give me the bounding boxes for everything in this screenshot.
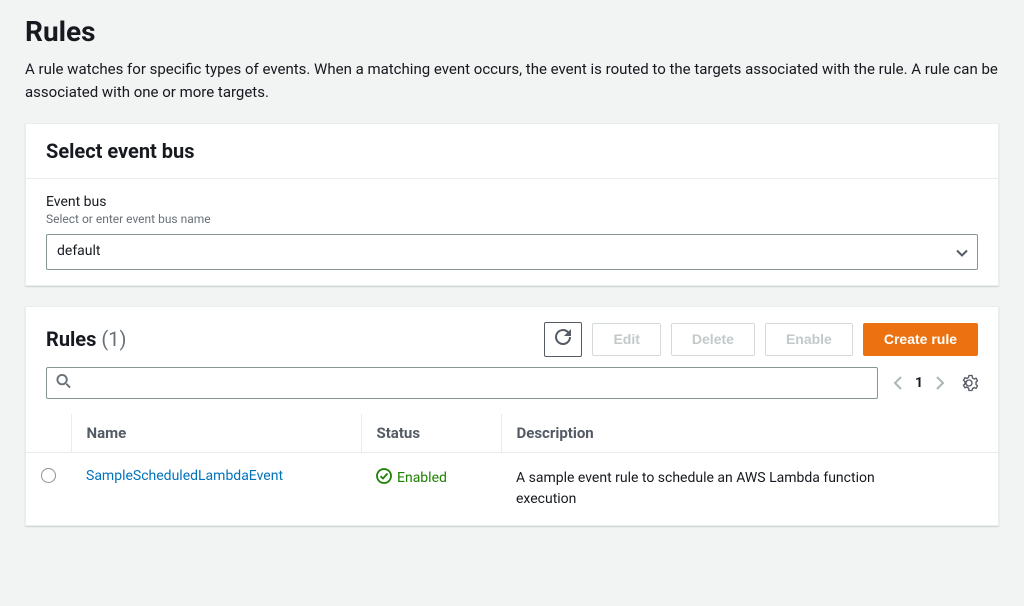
chevron-right-icon <box>935 375 945 391</box>
search-icon <box>56 374 71 393</box>
search-input[interactable] <box>46 367 878 399</box>
rules-panel: Rules (1) Edit Delete Enable Create rule <box>25 306 999 527</box>
row-select-radio[interactable] <box>41 468 56 483</box>
name-column-header[interactable]: Name <box>71 414 361 453</box>
event-bus-label: Event bus <box>46 194 978 210</box>
rules-title-text: Rules <box>46 327 96 351</box>
page-number: 1 <box>915 375 923 391</box>
enable-button[interactable]: Enable <box>765 323 853 357</box>
chevron-left-icon <box>893 375 903 391</box>
rules-count: (1) <box>101 327 126 351</box>
status-column-header[interactable]: Status <box>361 414 501 453</box>
settings-button[interactable] <box>960 374 978 392</box>
check-circle-icon <box>376 468 392 488</box>
delete-button[interactable]: Delete <box>671 323 755 357</box>
event-bus-panel: Select event bus Event bus Select or ent… <box>25 123 999 286</box>
table-row: SampleScheduledLambdaEvent Enabled A sam… <box>26 453 998 526</box>
page-description: A rule watches for specific types of eve… <box>25 58 999 103</box>
next-page-button[interactable] <box>935 375 945 391</box>
page-title: Rules <box>25 15 999 48</box>
rules-table: Name Status Description SampleScheduledL… <box>26 414 998 525</box>
select-column-header <box>26 414 71 453</box>
status-text: Enabled <box>397 470 447 486</box>
description-column-header[interactable]: Description <box>501 414 998 453</box>
gear-icon <box>960 374 978 392</box>
previous-page-button[interactable] <box>893 375 903 391</box>
refresh-icon <box>555 329 571 351</box>
refresh-button[interactable] <box>544 322 582 358</box>
edit-button[interactable]: Edit <box>592 323 660 357</box>
event-bus-hint: Select or enter event bus name <box>46 212 978 226</box>
status-badge: Enabled <box>376 468 486 488</box>
create-rule-button[interactable]: Create rule <box>863 323 978 357</box>
event-bus-select[interactable]: default <box>46 234 978 270</box>
rule-name-link[interactable]: SampleScheduledLambdaEvent <box>86 468 283 484</box>
rules-panel-title: Rules (1) <box>46 327 126 351</box>
event-bus-panel-title: Select event bus <box>46 139 978 163</box>
rule-description: A sample event rule to schedule an AWS L… <box>516 468 916 510</box>
